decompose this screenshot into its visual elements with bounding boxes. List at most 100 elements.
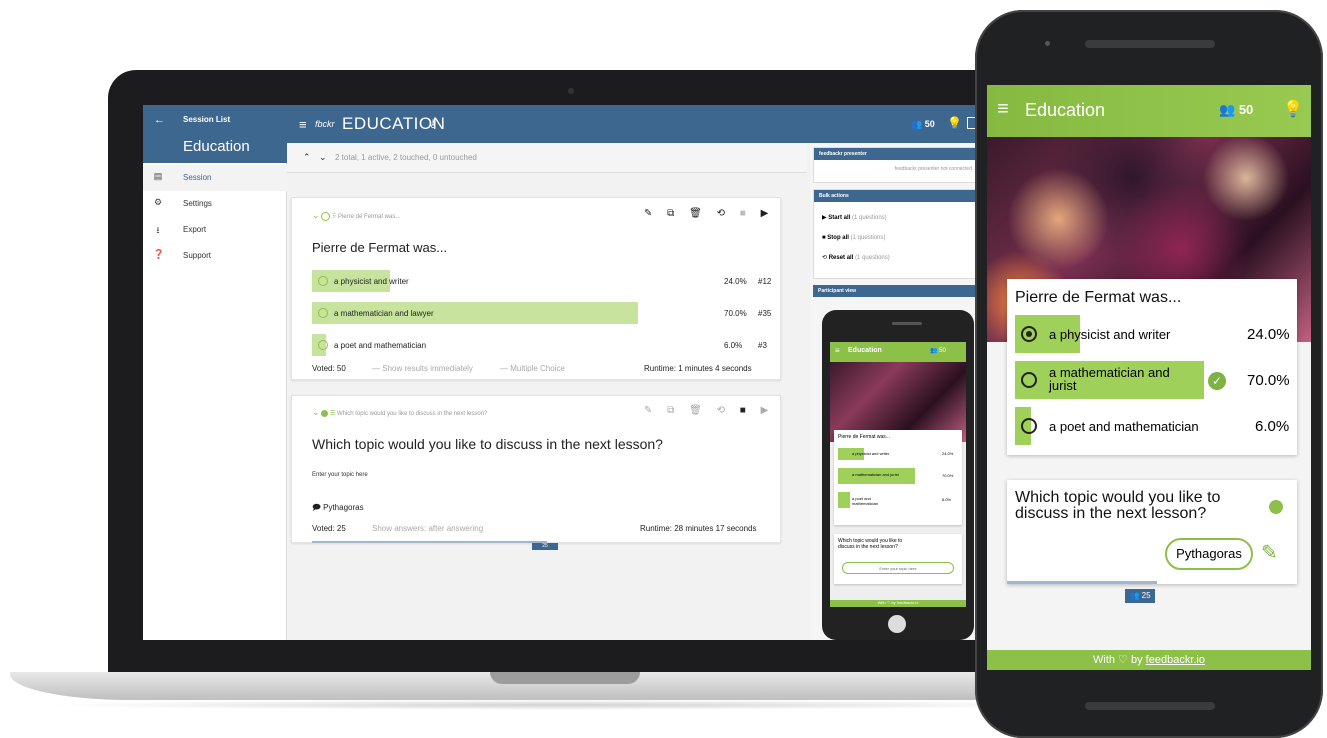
mini-phone-header: ≡ Education 👥 50 bbox=[830, 342, 966, 362]
bulk-actions-panel: Bulk actions ▶ Start all (1 questions) ■… bbox=[813, 189, 977, 279]
copy-icon[interactable]: ⧉ bbox=[667, 208, 674, 219]
reset-all-button[interactable]: ⟲ Reset all (1 questions) bbox=[822, 248, 968, 268]
question-title: Pierre de Fermat was... bbox=[312, 240, 448, 255]
menu-icon[interactable]: ≡ bbox=[997, 98, 1009, 121]
session-list-link[interactable]: Session List bbox=[183, 115, 230, 124]
sidebar-item-settings[interactable]: ⚙ Settings bbox=[143, 191, 287, 217]
mini-topic-title: Which topic would you like to discuss in… bbox=[838, 538, 903, 550]
stop-all-button[interactable]: ■ Stop all (1 questions) bbox=[822, 228, 968, 248]
phone-camera bbox=[1045, 41, 1050, 46]
option-count: #3 bbox=[758, 341, 767, 350]
active-dot-icon bbox=[321, 409, 329, 417]
play-icon[interactable]: ▶ bbox=[761, 405, 769, 416]
count-badge-value: 25 bbox=[1141, 591, 1151, 600]
chevron-down-icon[interactable]: ⌄ bbox=[312, 407, 320, 417]
radio-icon[interactable] bbox=[1021, 418, 1037, 434]
radio-icon[interactable] bbox=[318, 276, 328, 286]
participant-view-header: Participant view bbox=[813, 285, 977, 297]
mini-phone-title: Education bbox=[848, 347, 882, 354]
mini-question-title: Pierre de Fermat was... bbox=[838, 434, 890, 440]
delete-icon[interactable]: 🗑 bbox=[689, 208, 702, 219]
start-all-button[interactable]: ▶ Start all (1 questions) bbox=[822, 208, 968, 228]
mini-footer-prefix: With bbox=[877, 600, 886, 605]
option-label: a mathematician and lawyer bbox=[334, 309, 434, 318]
answer-option[interactable]: a mathematician and lawyer 70.0% #35 bbox=[312, 302, 772, 324]
history-icon[interactable]: ⟲ bbox=[717, 405, 725, 416]
stop-icon[interactable]: ■ bbox=[740, 208, 746, 219]
arrow-left-icon[interactable]: ← bbox=[154, 114, 165, 126]
edit-icon[interactable]: ✎ bbox=[644, 208, 652, 219]
option-percent: 24.0% bbox=[724, 277, 747, 286]
option-count: #35 bbox=[758, 309, 772, 318]
mini-users-count-value: 50 bbox=[939, 348, 946, 354]
voted-count: Voted: 50 bbox=[312, 364, 346, 373]
mini-option-label: a mathematician and jurist bbox=[852, 472, 899, 477]
play-icon[interactable]: ▶ bbox=[761, 208, 769, 219]
app-header: ≡ fbckr EDUCATION ⚷ 👥 50 💡 bbox=[287, 105, 983, 143]
history-icon[interactable]: ⟲ bbox=[717, 208, 725, 219]
answer-option[interactable]: a physicist and writer 24.0% bbox=[1015, 315, 1291, 353]
chat-bubble-icon: 🗩 bbox=[312, 503, 321, 512]
delete-icon[interactable]: 🗑 bbox=[689, 405, 702, 416]
phone-question-card-1: Pierre de Fermat was... a physicist and … bbox=[1007, 279, 1297, 455]
option-label: a poet and mathematician bbox=[1049, 419, 1199, 434]
copy-icon[interactable]: ⧉ bbox=[667, 405, 674, 416]
sidebar-item-export[interactable]: ⭳ Export bbox=[143, 217, 287, 243]
mini-phone: ≡ Education 👥 50 Pierre de Fermat was...… bbox=[822, 310, 974, 640]
footer-by: by bbox=[1130, 654, 1143, 666]
radio-icon[interactable] bbox=[1021, 372, 1037, 388]
heart-icon: ♡ bbox=[1118, 654, 1128, 666]
option-label: a physicist and writer bbox=[1049, 327, 1171, 342]
presenter-header: feedbackr presenter bbox=[814, 148, 976, 160]
answer-option[interactable]: a poet and mathematician 6.0% bbox=[1015, 407, 1291, 445]
chevron-down-icon[interactable]: ⌄ bbox=[319, 152, 327, 163]
sidebar-item-support[interactable]: ❓ Support bbox=[143, 243, 287, 269]
answer-option[interactable]: a physicist and writer 24.0% #12 bbox=[312, 270, 772, 292]
chevron-down-icon[interactable]: ⌄ bbox=[312, 210, 320, 220]
mini-footer-link: feedbackr.io bbox=[896, 600, 919, 605]
answer-input[interactable]: Pythagoras bbox=[1165, 538, 1253, 570]
card-header-text: Pierre de Fermat was... bbox=[337, 214, 401, 220]
answer-option[interactable]: a mathematician and jurist ✓ 70.0% bbox=[1015, 361, 1291, 399]
question-card-1: ⌄ ⠿ Pierre de Fermat was... ✎ ⧉ 🗑 ⟲ ■ ▶ … bbox=[291, 197, 781, 380]
edit-icon[interactable]: ✎ bbox=[1261, 540, 1278, 565]
mini-option: a poet and mathematician 6.0% bbox=[838, 492, 958, 508]
option-count: #12 bbox=[758, 277, 772, 286]
sidebar-item-session[interactable]: ▤ Session bbox=[143, 165, 287, 191]
radio-icon[interactable] bbox=[318, 340, 328, 350]
users-icon: 👥 bbox=[930, 348, 938, 354]
users-icon: 👥 bbox=[911, 119, 923, 129]
chevron-up-icon[interactable]: ⌃ bbox=[303, 152, 311, 163]
voted-count: Voted: 25 bbox=[312, 524, 346, 533]
radio-selected-icon[interactable] bbox=[1021, 326, 1037, 342]
radio-icon[interactable] bbox=[318, 308, 328, 318]
active-dot-icon bbox=[1269, 500, 1283, 514]
key-icon[interactable]: ⚷ bbox=[429, 117, 437, 130]
gear-icon: ⚙ bbox=[153, 197, 163, 207]
right-panel: feedbackr presenter feedbackr presenter … bbox=[810, 143, 983, 640]
show-results-label: Show results immediately bbox=[382, 364, 473, 373]
mini-phone-screen: ≡ Education 👥 50 Pierre de Fermat was...… bbox=[830, 342, 966, 607]
bulb-icon[interactable]: 💡 bbox=[947, 116, 962, 130]
help-icon: ❓ bbox=[153, 249, 165, 259]
card-actions: ✎ ⧉ 🗑 ⟲ ■ ▶ bbox=[644, 208, 768, 219]
mini-phone-home-button bbox=[888, 615, 906, 633]
phone-users-count-value: 50 bbox=[1238, 102, 1254, 117]
runtime: Runtime: 28 minutes 17 seconds bbox=[640, 524, 757, 533]
menu-icon[interactable]: ≡ bbox=[299, 117, 307, 132]
count-badge: 👥 25 bbox=[1125, 589, 1155, 603]
show-results-toggle[interactable]: — Show results immediately bbox=[372, 364, 473, 373]
edit-icon[interactable]: ✎ bbox=[644, 405, 652, 416]
bulb-icon[interactable]: 💡 bbox=[1283, 99, 1303, 119]
show-answers-label: Show answers: after answering bbox=[372, 524, 484, 533]
option-percent: 70.0% bbox=[1247, 372, 1290, 389]
toolbar-summary: 2 total, 1 active, 2 touched, 0 untouche… bbox=[335, 153, 477, 162]
check-icon: ✓ bbox=[1208, 372, 1226, 390]
participant-view-panel: Participant view ≡ Education 👥 50 Pierre… bbox=[813, 285, 977, 640]
sidebar-item-label: Support bbox=[183, 251, 212, 260]
footer-link[interactable]: feedbackr.io bbox=[1146, 654, 1205, 666]
mini-users-count: 👥 50 bbox=[930, 347, 946, 354]
laptop-shadow bbox=[40, 700, 1080, 710]
stop-icon[interactable]: ■ bbox=[740, 405, 746, 416]
answer-option[interactable]: a poet and mathematician 6.0% #3 bbox=[312, 334, 772, 356]
